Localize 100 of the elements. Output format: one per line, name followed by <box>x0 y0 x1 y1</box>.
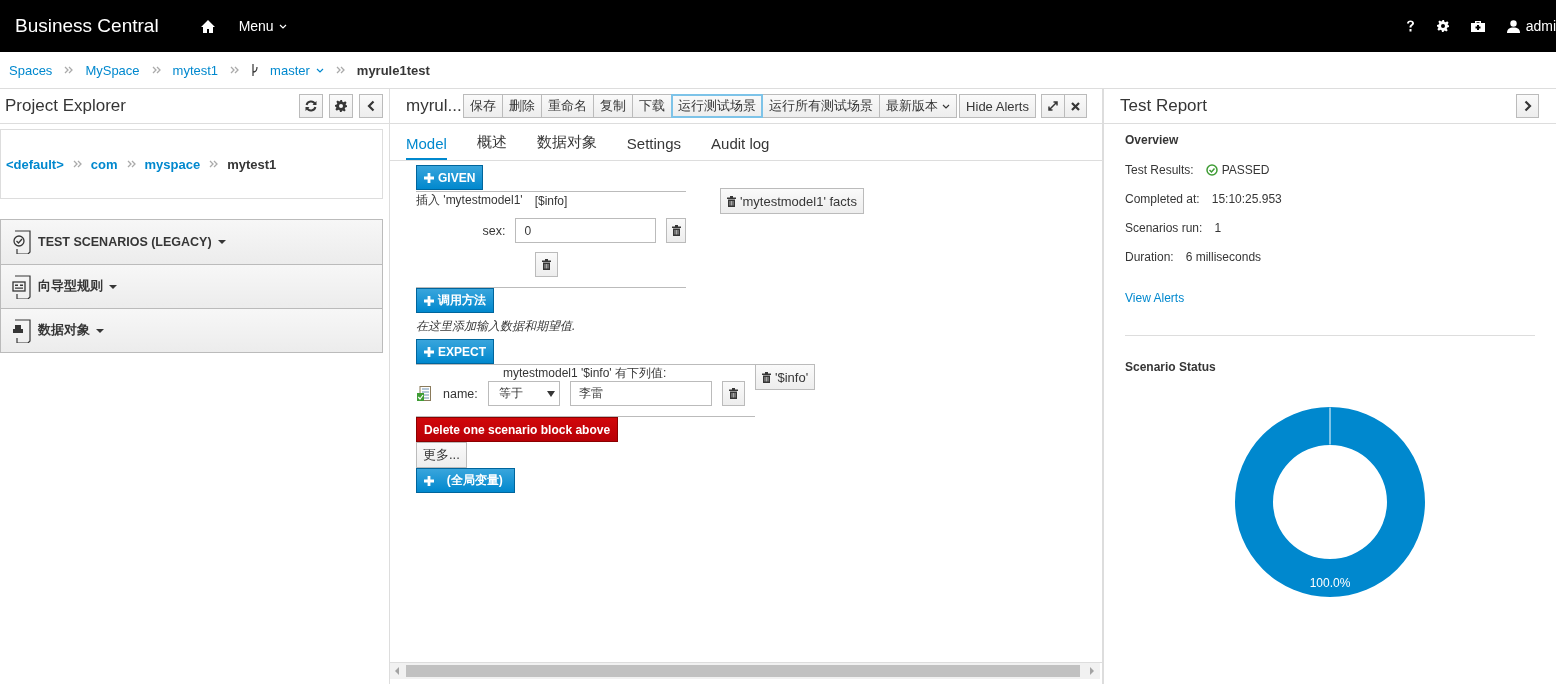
briefcase-icon <box>1470 20 1485 32</box>
caret-icon <box>217 240 226 244</box>
delete-field-button[interactable] <box>721 381 745 406</box>
caret-icon <box>96 328 104 333</box>
dropdown-arrow-icon <box>546 390 555 397</box>
stat-value: 6 milliseconds <box>1185 249 1262 264</box>
toolbar-button[interactable]: 下载 <box>631 94 672 118</box>
delete-field-button[interactable] <box>666 218 686 243</box>
toolbar-button[interactable]: 复制 <box>592 94 633 118</box>
package-link[interactable]: myspace <box>144 156 201 172</box>
settings-icon <box>335 100 347 112</box>
settings-button[interactable] <box>329 94 353 118</box>
collapse-button[interactable] <box>359 94 383 118</box>
editor-tab[interactable]: Settings <box>626 135 682 160</box>
remove-fact-button[interactable]: '$info' <box>755 364 816 390</box>
expand-icon <box>1048 101 1058 111</box>
package-current: mytest1 <box>227 156 277 172</box>
close-button[interactable] <box>1064 94 1087 118</box>
stat-label: Duration: <box>1125 249 1174 264</box>
close-icon <box>1071 101 1080 111</box>
panel-title: Test Report <box>1120 96 1208 116</box>
field-label: sex: <box>481 223 506 238</box>
toolbar-button[interactable]: 重命名 <box>540 94 594 118</box>
document-icon <box>10 274 32 299</box>
branch-dropdown[interactable]: master <box>270 62 324 78</box>
view-alerts-link[interactable]: View Alerts <box>1125 291 1185 305</box>
breadcrumb-link[interactable]: Spaces <box>9 62 53 78</box>
help-button[interactable] <box>1405 20 1415 32</box>
expectation-heading: mytestmodel1 '$info' 有下列值: <box>503 366 668 380</box>
chevron-icon <box>126 160 136 168</box>
delete-fact-button[interactable] <box>535 252 558 277</box>
plus-icon <box>424 295 434 306</box>
trash-icon <box>727 195 736 207</box>
chevron-icon <box>64 66 74 74</box>
maximize-button[interactable] <box>1041 94 1065 118</box>
settings-icon <box>1436 20 1449 32</box>
chevron-right-icon <box>1523 100 1532 112</box>
asset-group-header[interactable]: 向导型规则 <box>1 264 382 308</box>
stat-label: Scenarios run: <box>1125 220 1203 235</box>
home-button[interactable] <box>200 19 215 33</box>
chevron-icon <box>151 66 161 74</box>
caret-icon <box>315 67 324 73</box>
plus-icon <box>424 172 434 183</box>
toolbar-button[interactable]: 最新版本 <box>878 94 957 118</box>
editor-tab[interactable]: 概述 <box>476 133 507 160</box>
check-circle-icon <box>1205 163 1218 176</box>
section-heading: Scenario Status <box>1125 360 1217 374</box>
apps-button[interactable] <box>1470 20 1485 32</box>
breadcrumb-link[interactable]: MySpace <box>85 62 140 78</box>
delete-block-button[interactable]: Delete one scenario block above <box>416 417 619 442</box>
refresh-icon <box>305 100 317 112</box>
chevron-icon <box>230 66 240 74</box>
trash-icon <box>728 388 738 399</box>
sex-input[interactable]: 0 <box>515 218 657 243</box>
editor-tab[interactable]: 数据对象 <box>536 133 597 160</box>
caret-icon <box>278 23 287 29</box>
refresh-button[interactable] <box>299 94 323 118</box>
editor-tab[interactable]: Model <box>406 135 447 160</box>
toolbar-button[interactable]: 删除 <box>501 94 542 118</box>
toolbar-button[interactable]: 保存 <box>462 94 503 118</box>
stat-label: Completed at: <box>1125 191 1200 206</box>
more-button[interactable]: 更多... <box>416 442 467 468</box>
plus-icon <box>424 475 434 486</box>
package-link[interactable]: <default> <box>6 156 64 172</box>
app-brand: Business Central <box>15 15 159 37</box>
hide-alerts-button[interactable]: Hide Alerts <box>959 94 1036 118</box>
hint-text: 在这里添加输入数据和期望值. <box>416 318 576 335</box>
asset-group-header[interactable]: TEST SCENARIOS (LEGACY) <box>1 220 382 264</box>
toolbar-button[interactable]: 运行测试场景 <box>670 94 763 118</box>
remove-facts-button[interactable]: 'mytestmodel1' facts <box>720 188 864 214</box>
editor-title: myrul... <box>406 96 462 116</box>
chevron-left-icon <box>367 100 375 112</box>
asset-group-header[interactable]: 数据对象 <box>1 308 382 352</box>
toolbar-button[interactable]: 运行所有测试场景 <box>761 94 880 118</box>
status-text: PASSED <box>1221 162 1270 177</box>
stat-value: 1 <box>1214 220 1222 235</box>
user-menu[interactable]: admi <box>1506 18 1556 34</box>
collapse-button[interactable] <box>1516 94 1539 118</box>
field-label: name: <box>443 386 478 401</box>
chevron-icon <box>209 160 219 168</box>
operator-dropdown[interactable]: 等于 <box>487 381 560 406</box>
breadcrumb-link[interactable]: mytest1 <box>172 62 219 78</box>
trash-icon <box>762 371 771 383</box>
breadcrumb-current: myrule1test <box>356 62 430 78</box>
help-icon <box>1405 20 1415 32</box>
package-link[interactable]: com <box>90 156 118 172</box>
fact-type-label: 插入 'mytestmodel1' <box>416 192 523 209</box>
caret-icon <box>109 284 117 289</box>
value-input[interactable]: 李雷 <box>569 381 712 406</box>
chevron-icon <box>335 66 345 74</box>
section-heading: Overview <box>1125 133 1180 149</box>
trash-icon <box>671 225 681 236</box>
editor-tab[interactable]: Audit log <box>711 135 770 160</box>
trash-icon <box>542 259 551 270</box>
stat-value: 15:10:25.953 <box>1211 191 1282 206</box>
stat-label: Test Results: <box>1125 162 1194 177</box>
settings-button[interactable] <box>1436 20 1449 32</box>
menu-button[interactable]: Menu <box>238 18 287 34</box>
fact-table-icon <box>417 386 431 401</box>
user-icon <box>1506 19 1520 33</box>
